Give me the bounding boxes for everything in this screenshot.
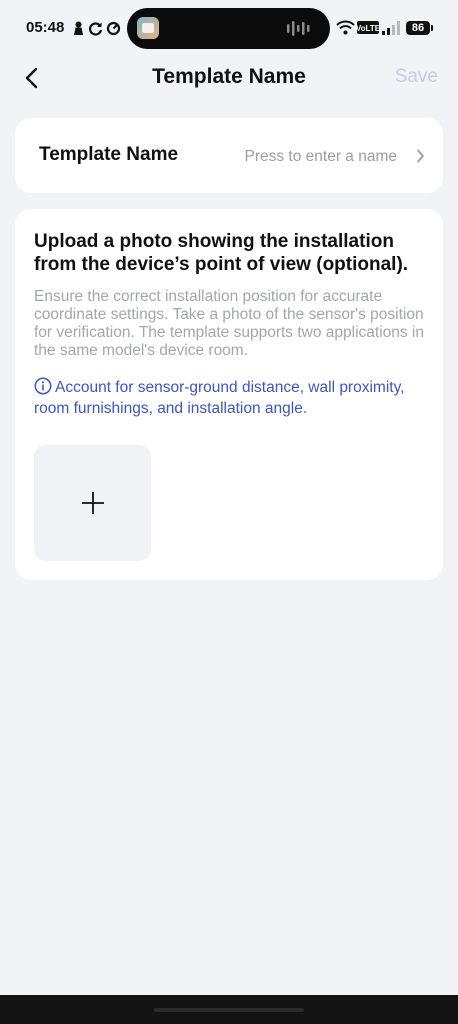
person-icon [74, 21, 83, 35]
add-photo-button[interactable] [34, 445, 151, 561]
volte-icon: VoLTE [357, 21, 379, 34]
refresh-icon [106, 21, 121, 36]
voice-wave-icon [287, 21, 310, 36]
template-name-row[interactable]: Template Name Press to enter a name [15, 118, 443, 193]
installation-note-text: Account for sensor-ground distance, wall… [34, 379, 405, 417]
home-indicator[interactable] [154, 1008, 304, 1012]
photo-upload-card: Upload a photo showing the installation … [15, 209, 443, 580]
app-icon [137, 17, 159, 39]
status-bar: 05:48 VoLTE 86 [0, 0, 458, 58]
installation-note: Account for sensor-ground distance, wall… [34, 377, 429, 419]
save-button[interactable]: Save [395, 66, 438, 88]
chevron-right-icon [417, 149, 424, 163]
upload-description: Ensure the correct installation position… [34, 288, 424, 359]
status-time: 05:48 [26, 19, 65, 36]
page-title: Template Name [152, 65, 306, 88]
signal-icon [382, 21, 400, 35]
info-icon [34, 377, 52, 395]
upload-heading: Upload a photo showing the installation … [34, 231, 409, 275]
template-name-label: Template Name [39, 144, 179, 165]
template-name-placeholder[interactable]: Press to enter a name [245, 148, 398, 166]
dynamic-island [127, 8, 330, 49]
battery-icon: 86 [406, 21, 433, 35]
nav-bar: Template Name Save [0, 58, 458, 98]
wifi-icon [336, 20, 355, 35]
sync-icon [89, 22, 103, 36]
plus-icon [82, 492, 104, 514]
svg-text:VoLTE: VoLTE [357, 24, 379, 33]
system-navigation-bar [0, 995, 458, 1024]
